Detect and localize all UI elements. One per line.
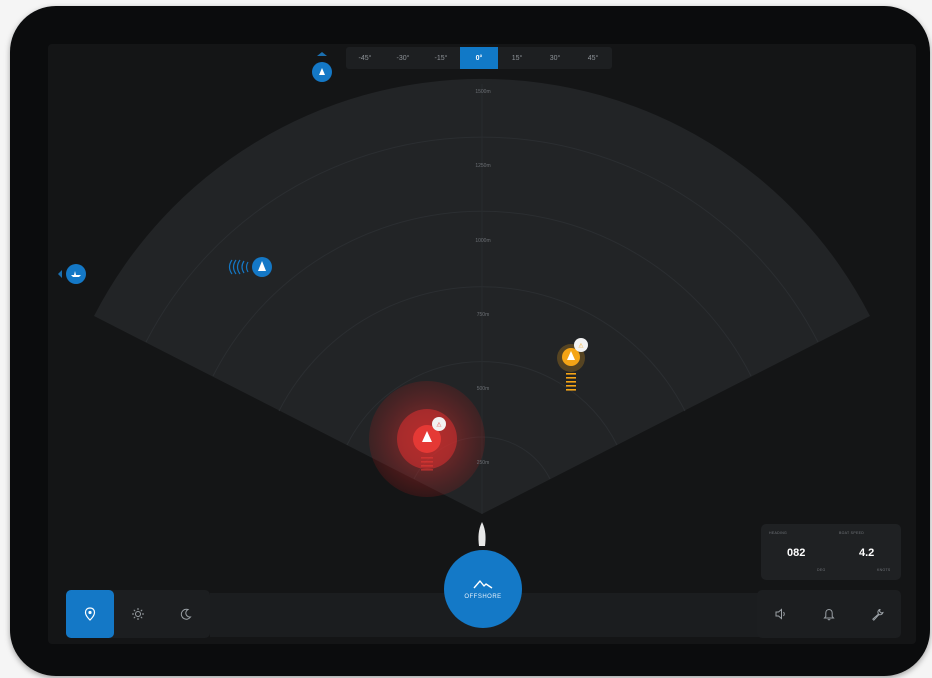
offscreen-vessel-marker[interactable] <box>58 264 90 284</box>
angle-tab-minus-15[interactable]: -15° <box>422 47 460 69</box>
moon-icon <box>180 608 192 620</box>
own-boat-icon <box>478 522 486 546</box>
volume-button[interactable] <box>757 590 805 638</box>
angle-tab-minus-45[interactable]: -45° <box>346 47 384 69</box>
location-pin-icon <box>84 607 96 621</box>
angle-tab-15[interactable]: 15° <box>498 47 536 69</box>
range-label-1250: 1250m <box>475 163 491 169</box>
left-toolbar <box>66 590 210 638</box>
range-label-250: 250m <box>476 460 490 466</box>
settings-button[interactable] <box>853 590 901 638</box>
location-button[interactable] <box>66 590 114 638</box>
wave-icon <box>473 580 493 589</box>
range-label-750: 750m <box>476 312 490 318</box>
wrench-icon <box>871 608 884 621</box>
angle-tab-minus-30[interactable]: -30° <box>384 47 422 69</box>
range-label-1000: 1000m <box>475 238 491 244</box>
angle-tab-0[interactable]: 0° <box>460 47 498 69</box>
angle-tab-30[interactable]: 30° <box>536 47 574 69</box>
boat-icon <box>66 264 86 284</box>
sun-icon <box>132 608 144 620</box>
speed-unit: KNOTS <box>877 568 891 572</box>
alert-badge-icon: ⚠ <box>578 343 584 350</box>
chevron-left-icon <box>58 270 62 278</box>
heading-caption: HEADING <box>769 531 788 535</box>
speaker-icon <box>775 608 785 620</box>
night-mode-button[interactable] <box>162 590 210 638</box>
speed-caption: BOAT SPEED <box>839 531 865 535</box>
radar-screen: ⚠ ⚠ -45° -30° -15° 0° 15° 30° 45° 1500m … <box>48 44 916 644</box>
right-toolbar <box>757 590 901 638</box>
range-label-500: 500m <box>476 386 490 392</box>
speed-value: 4.2 <box>859 547 875 559</box>
angle-tab-45[interactable]: 45° <box>574 47 612 69</box>
offshore-label: OFFSHORE <box>464 594 502 600</box>
angle-selector: -45° -30° -15° 0° 15° 30° 45° <box>346 47 612 69</box>
day-mode-button[interactable] <box>114 590 162 638</box>
chevron-up-icon <box>317 52 327 56</box>
alert-badge-icon: ⚠ <box>436 422 442 429</box>
heading-value: 082 <box>787 547 806 559</box>
alerts-button[interactable] <box>805 590 853 638</box>
navigation-stats-panel: HEADING BOAT SPEED 082 4.2 DEG KNOTS <box>761 524 901 580</box>
offshore-mode-button[interactable]: OFFSHORE <box>444 550 522 628</box>
range-label-1500: 1500m <box>475 89 491 95</box>
compass-icon <box>312 62 332 82</box>
north-compass <box>312 52 332 84</box>
heading-unit: DEG <box>817 568 826 572</box>
bell-icon <box>823 608 835 620</box>
tablet-frame: ⚠ ⚠ -45° -30° -15° 0° 15° 30° 45° 1500m … <box>10 6 930 676</box>
